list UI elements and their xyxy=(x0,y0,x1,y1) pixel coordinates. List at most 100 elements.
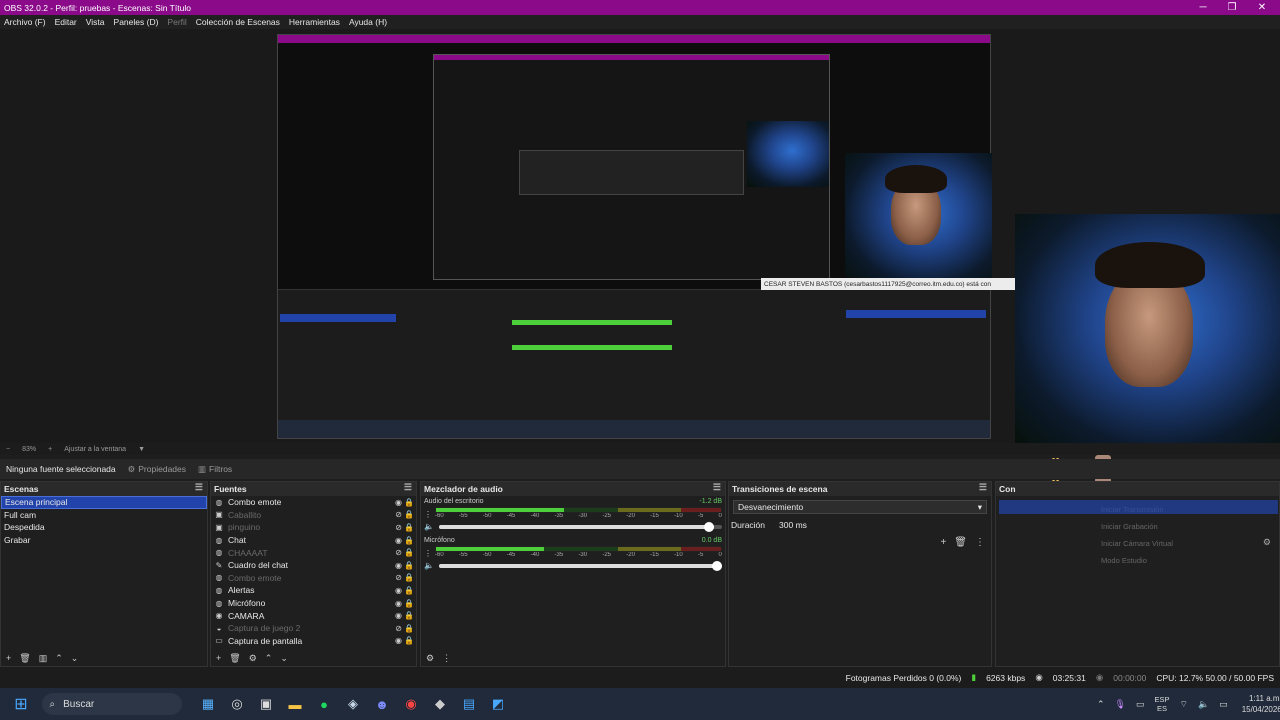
lock-icon[interactable]: 🔒 xyxy=(404,636,414,645)
battery-icon[interactable]: ▭ xyxy=(1219,699,1228,710)
scene-item[interactable]: Escena principal xyxy=(1,496,207,509)
source-item[interactable]: ◍ CHAAAAT ⊘ 🔒 xyxy=(211,546,416,559)
more-vertical-icon[interactable]: ⋮ xyxy=(424,549,432,558)
add-icon[interactable]: + xyxy=(940,537,946,548)
chevron-up-icon[interactable]: ⌃ xyxy=(1097,699,1105,710)
eye-icon[interactable]: ◉ xyxy=(395,636,402,645)
source-item[interactable]: ▣ pinguino ⊘ 🔒 xyxy=(211,521,416,534)
control-button[interactable]: Modo Estudio xyxy=(1101,552,1279,569)
scene-item[interactable]: Grabar xyxy=(1,534,207,547)
eye-off-icon[interactable]: ⊘ xyxy=(395,523,402,532)
obs-icon[interactable]: ◎ xyxy=(225,692,249,716)
arrow-up-icon[interactable]: ⌃ xyxy=(55,653,63,664)
control-button[interactable]: Iniciar Cámara Virtual xyxy=(1101,535,1279,552)
lock-icon[interactable]: 🔒 xyxy=(404,624,414,633)
volume-slider[interactable] xyxy=(438,521,722,532)
dock-menu-icon[interactable]: ☰ xyxy=(713,482,721,493)
file-explorer-widget-icon[interactable]: ▦ xyxy=(196,692,220,716)
duration-input[interactable]: 300 ms xyxy=(779,520,807,530)
menu-item-0[interactable]: Archivo (F) xyxy=(4,17,46,27)
transition-select[interactable]: Desvanecimiento ▾ xyxy=(733,500,987,514)
eye-icon[interactable]: ◉ xyxy=(395,599,402,608)
trash-icon[interactable]: 🗑 xyxy=(19,653,30,664)
source-item[interactable]: ◍ Micrófono ◉ 🔒 xyxy=(211,597,416,610)
volume-icon[interactable]: 🔈 xyxy=(424,561,434,570)
steam-icon[interactable]: ◈ xyxy=(341,692,365,716)
menu-item-5[interactable]: Colección de Escenas xyxy=(196,17,280,27)
chrome-icon[interactable]: ◉ xyxy=(399,692,423,716)
source-item[interactable]: ▭ Captura de pantalla ◉ 🔒 xyxy=(211,635,416,648)
source-item[interactable]: ▣ Caballito ⊘ 🔒 xyxy=(211,509,416,522)
more-vertical-icon[interactable]: ⋮ xyxy=(424,510,432,519)
discord-icon[interactable]: ☻ xyxy=(370,692,394,716)
add-icon[interactable]: + xyxy=(6,653,11,663)
add-icon[interactable]: + xyxy=(216,653,221,663)
eye-icon[interactable]: ◉ xyxy=(395,586,402,595)
more-vertical-icon[interactable]: ⋮ xyxy=(975,537,985,548)
minimize-icon[interactable]: ─ xyxy=(1187,0,1219,15)
folder-icon[interactable]: ▬ xyxy=(283,692,307,716)
eye-icon[interactable]: ◉ xyxy=(395,498,402,507)
app-icon[interactable]: ◆ xyxy=(428,692,452,716)
lock-icon[interactable]: 🔒 xyxy=(404,536,414,545)
lock-icon[interactable]: 🔒 xyxy=(404,611,414,620)
eye-off-icon[interactable]: ⊘ xyxy=(395,548,402,557)
clock[interactable]: 1:11 a.m. 15/04/2026 xyxy=(1242,693,1280,715)
source-item[interactable]: ◍ Chat ◉ 🔒 xyxy=(211,534,416,547)
preview-canvas[interactable]: CESAR STEVEN BASTOS (cesarbastos1117925@… xyxy=(0,29,1280,449)
lock-icon[interactable]: 🔒 xyxy=(404,548,414,557)
menu-item-3[interactable]: Paneles (D) xyxy=(114,17,159,27)
source-item[interactable]: ◍ Combo emote ◉ 🔒 xyxy=(211,496,416,509)
properties-button[interactable]: ⚙ Propiedades xyxy=(128,464,186,475)
language-indicator[interactable]: ESP ES xyxy=(1155,695,1170,713)
volume-slider[interactable] xyxy=(438,560,722,571)
gear-icon[interactable]: ⚙ xyxy=(1263,537,1271,548)
taskbar-search[interactable]: ⌕ Buscar xyxy=(41,693,182,715)
scene-item[interactable]: Despedida xyxy=(1,521,207,534)
eye-off-icon[interactable]: ⊘ xyxy=(395,510,402,519)
gear-icon[interactable]: ⚙ xyxy=(249,653,257,664)
volume-icon[interactable]: 🔈 xyxy=(424,522,434,531)
lock-icon[interactable]: 🔒 xyxy=(404,599,414,608)
fit-window-button[interactable]: Ajustar a la ventana xyxy=(64,446,126,453)
zoom-in-icon[interactable]: + xyxy=(48,446,52,453)
source-item[interactable]: ✎ Cuadro del chat ◉ 🔒 xyxy=(211,559,416,572)
menu-item-2[interactable]: Vista xyxy=(86,17,105,27)
spotify-icon[interactable]: ● xyxy=(312,692,336,716)
more-vertical-icon[interactable]: ⋮ xyxy=(442,653,451,664)
menu-item-1[interactable]: Editar xyxy=(55,17,77,27)
zoom-out-icon[interactable]: − xyxy=(6,446,10,453)
menu-item-4[interactable]: Perfil xyxy=(167,17,186,27)
filters-button[interactable]: ▥ Filtros xyxy=(198,464,232,475)
app-icon[interactable]: ◩ xyxy=(486,692,510,716)
wifi-icon[interactable]: ⌔ xyxy=(1180,699,1188,710)
menu-item-7[interactable]: Ayuda (H) xyxy=(349,17,387,27)
dock-menu-icon[interactable]: ☰ xyxy=(404,482,412,493)
source-item[interactable]: ◍ Alertas ◉ 🔒 xyxy=(211,584,416,597)
maximize-icon[interactable]: ❐ xyxy=(1216,0,1248,15)
lock-icon[interactable]: 🔒 xyxy=(404,561,414,570)
control-button[interactable]: Iniciar Grabación xyxy=(1101,518,1279,535)
lock-icon[interactable]: 🔒 xyxy=(404,498,414,507)
trash-icon[interactable]: 🗑 xyxy=(954,537,967,548)
gear-icon[interactable]: ⚙ xyxy=(426,653,434,664)
dock-menu-icon[interactable]: ☰ xyxy=(195,482,203,493)
trash-icon[interactable]: 🗑 xyxy=(229,653,240,664)
app-icon[interactable]: ▤ xyxy=(457,692,481,716)
source-item[interactable]: ◍ Combo emote ⊘ 🔒 xyxy=(211,572,416,585)
microphone-icon[interactable]: 🎙 xyxy=(1115,699,1126,710)
eye-icon[interactable]: ◉ xyxy=(395,561,402,570)
windows-start-icon[interactable]: ⊞ xyxy=(9,692,33,716)
source-item[interactable]: ◒ Captura de juego 2 ⊘ 🔒 xyxy=(211,622,416,635)
dock-menu-icon[interactable]: ☰ xyxy=(979,482,987,493)
arrow-down-icon[interactable]: ⌄ xyxy=(71,653,79,664)
filter-icon[interactable]: ▥ xyxy=(39,653,48,664)
arrow-up-icon[interactable]: ⌃ xyxy=(265,653,273,664)
lock-icon[interactable]: 🔒 xyxy=(404,586,414,595)
volume-icon[interactable]: 🔈 xyxy=(1198,699,1209,710)
eye-off-icon[interactable]: ⊘ xyxy=(395,573,402,582)
scene-item[interactable]: Full cam xyxy=(1,509,207,522)
app-icon[interactable]: ▣ xyxy=(254,692,278,716)
eye-off-icon[interactable]: ⊘ xyxy=(395,624,402,633)
lock-icon[interactable]: 🔒 xyxy=(404,573,414,582)
